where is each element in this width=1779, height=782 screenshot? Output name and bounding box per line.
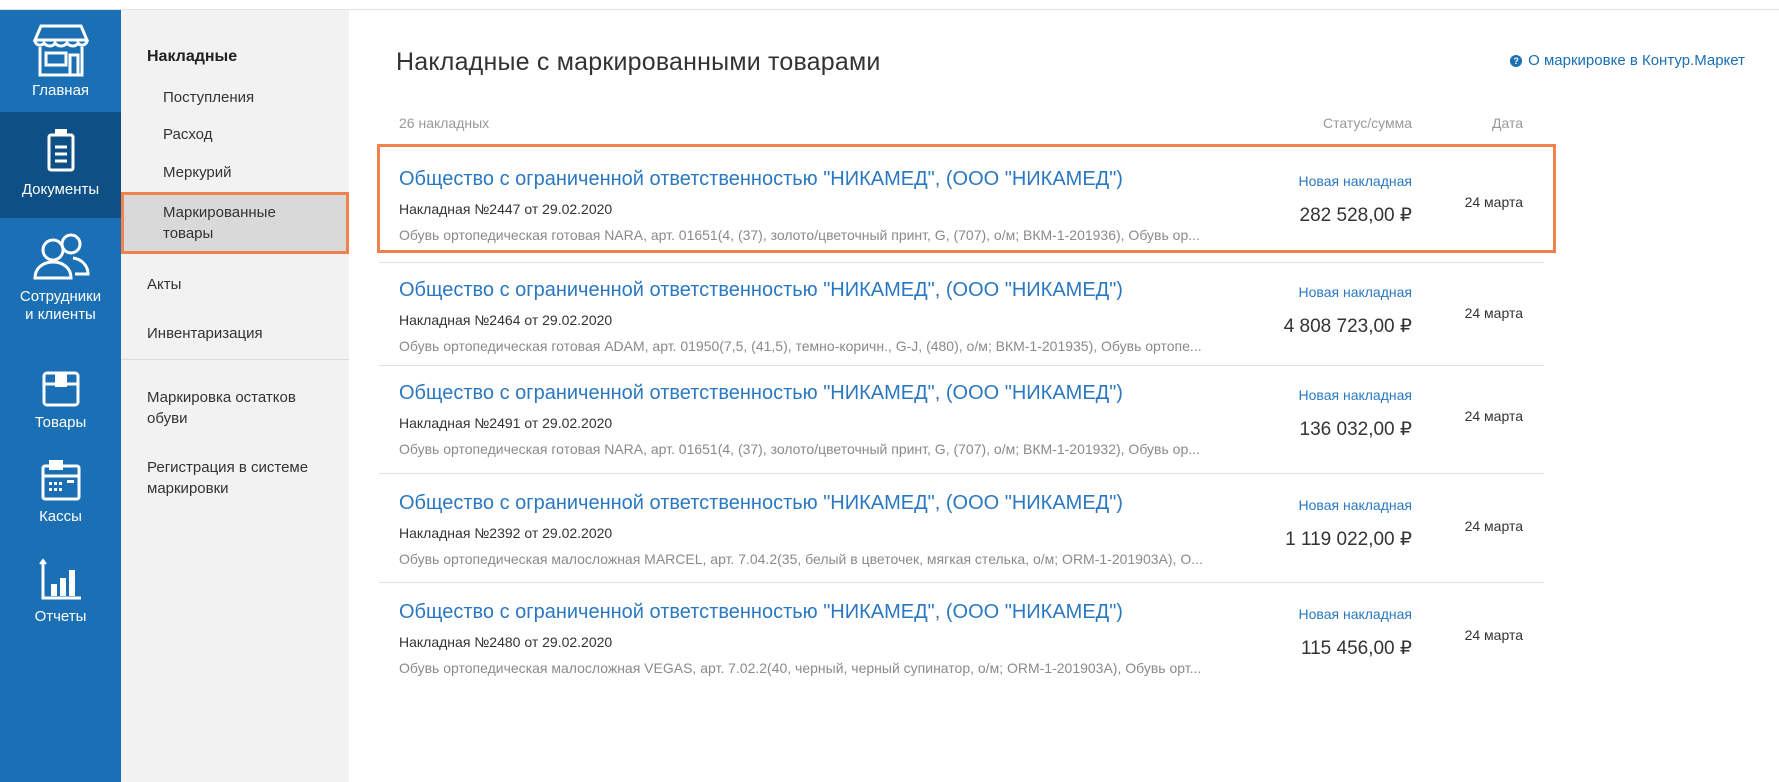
- submenu-item-registration-1[interactable]: Регистрация в системе: [147, 457, 308, 478]
- nav-label-documents: Документы: [21, 181, 100, 198]
- invoice-company[interactable]: Общество с ограниченной ответственностью…: [399, 382, 1123, 405]
- row-divider: [379, 473, 1544, 474]
- help-link[interactable]: ? О маркировке в Контур.Маркет: [1510, 52, 1745, 69]
- invoice-number: Накладная №2480 от 29.02.2020: [399, 634, 613, 650]
- invoice-company[interactable]: Общество с ограниченной ответственностью…: [399, 601, 1123, 624]
- invoice-description: Обувь ортопедическая готовая NARA, арт. …: [399, 441, 1200, 457]
- invoice-status[interactable]: Новая накладная: [1299, 387, 1412, 403]
- nav-label-goods: Товары: [34, 414, 87, 431]
- invoice-row[interactable]: Общество с ограниченной ответственностью…: [379, 601, 1544, 714]
- invoice-sum: 282 528,00 ₽: [1299, 205, 1412, 226]
- submenu-highlight-box: [121, 192, 349, 254]
- invoice-company[interactable]: Общество с ограниченной ответственностью…: [399, 492, 1123, 515]
- invoice-company[interactable]: Общество с ограниченной ответственностью…: [399, 279, 1123, 302]
- store-icon: [32, 24, 89, 77]
- nav-label-reports: Отчеты: [34, 608, 87, 625]
- invoice-row[interactable]: Общество с ограниченной ответственностью…: [379, 382, 1544, 495]
- invoice-date: 24 марта: [1464, 194, 1523, 210]
- submenu-item-shoe-marking-2[interactable]: обуви: [147, 408, 187, 429]
- invoice-sum: 1 119 022,00 ₽: [1285, 529, 1412, 550]
- invoice-description: Обувь ортопедическая малосложная VEGAS, …: [399, 660, 1202, 676]
- invoice-row[interactable]: Общество с ограниченной ответственностью…: [379, 279, 1544, 392]
- submenu-item-incoming[interactable]: Поступления: [163, 87, 254, 108]
- invoice-count: 26 накладных: [399, 115, 490, 131]
- top-border: [0, 0, 1779, 10]
- invoice-number: Накладная №2491 от 29.02.2020: [399, 415, 613, 431]
- nav-item-reports[interactable]: Отчеты: [0, 552, 121, 652]
- invoice-number: Накладная №2447 от 29.02.2020: [399, 201, 613, 217]
- submenu-item-registration-2[interactable]: маркировки: [147, 478, 229, 499]
- invoice-number: Накладная №2392 от 29.02.2020: [399, 525, 613, 541]
- invoice-status[interactable]: Новая накладная: [1299, 606, 1412, 622]
- column-date: Дата: [1491, 115, 1523, 131]
- nav-item-cash[interactable]: Кассы: [0, 452, 121, 552]
- invoice-sum: 136 032,00 ₽: [1299, 419, 1412, 440]
- clipboard-icon: [47, 129, 74, 172]
- nav-label-cash: Кассы: [39, 508, 82, 525]
- nav-item-home[interactable]: Главная: [0, 10, 121, 112]
- box-icon: [42, 371, 79, 407]
- invoice-date: 24 марта: [1464, 518, 1523, 534]
- nav-item-goods[interactable]: Товары: [0, 356, 121, 452]
- invoice-sum: 115 456,00 ₽: [1300, 638, 1412, 659]
- submenu-item-inventory[interactable]: Инвентаризация: [147, 323, 263, 344]
- bar-chart-icon: [38, 558, 81, 600]
- nav-label-staff-1: Сотрудники: [19, 288, 102, 305]
- invoice-sum: 4 808 723,00 ₽: [1283, 316, 1412, 337]
- invoice-description: Обувь ортопедическая готовая NARA, арт. …: [399, 227, 1200, 243]
- invoice-description: Обувь ортопедическая малосложная MARCEL,…: [399, 551, 1203, 567]
- invoice-date: 24 марта: [1464, 627, 1523, 643]
- submenu: Накладные Поступления Расход Меркурий Ма…: [121, 10, 349, 782]
- invoice-date: 24 марта: [1464, 305, 1523, 321]
- row-divider: [379, 262, 1544, 263]
- invoice-row[interactable]: Общество с ограниченной ответственностью…: [379, 492, 1544, 605]
- submenu-item-mercury[interactable]: Меркурий: [163, 162, 232, 183]
- main-nav: Главная Документы Сотрудники и клиенты Т…: [0, 10, 121, 782]
- submenu-item-acts[interactable]: Акты: [147, 274, 181, 295]
- submenu-item-outgoing[interactable]: Расход: [163, 124, 212, 145]
- invoice-status[interactable]: Новая накладная: [1299, 284, 1412, 300]
- row-divider: [379, 582, 1544, 583]
- page-title: Накладные с маркированными товарами: [396, 48, 881, 76]
- invoice-status[interactable]: Новая накладная: [1299, 497, 1412, 513]
- submenu-item-shoe-marking-1[interactable]: Маркировка остатков: [147, 387, 296, 408]
- invoice-number: Накладная №2464 от 29.02.2020: [399, 312, 613, 328]
- invoice-description: Обувь ортопедическая готовая ADAM, арт. …: [399, 338, 1202, 354]
- submenu-divider: [121, 359, 349, 360]
- column-status-sum: Статус/сумма: [1322, 115, 1412, 131]
- nav-item-documents[interactable]: Документы: [0, 112, 121, 218]
- submenu-heading: Накладные: [147, 48, 238, 65]
- row-divider: [379, 365, 1544, 366]
- invoice-status[interactable]: Новая накладная: [1299, 173, 1412, 189]
- help-link-label: О маркировке в Контур.Маркет: [1528, 52, 1745, 69]
- invoice-row[interactable]: Общество с ограниченной ответственностью…: [379, 168, 1544, 281]
- nav-label-staff-2: и клиенты: [25, 306, 96, 323]
- nav-label-home: Главная: [31, 82, 90, 99]
- invoice-date: 24 марта: [1464, 408, 1523, 424]
- nav-item-staff[interactable]: Сотрудники и клиенты: [0, 218, 121, 356]
- question-icon: ?: [1510, 54, 1523, 67]
- invoice-company[interactable]: Общество с ограниченной ответственностью…: [399, 168, 1123, 191]
- cash-register-icon: [41, 460, 80, 501]
- people-icon: [32, 233, 90, 280]
